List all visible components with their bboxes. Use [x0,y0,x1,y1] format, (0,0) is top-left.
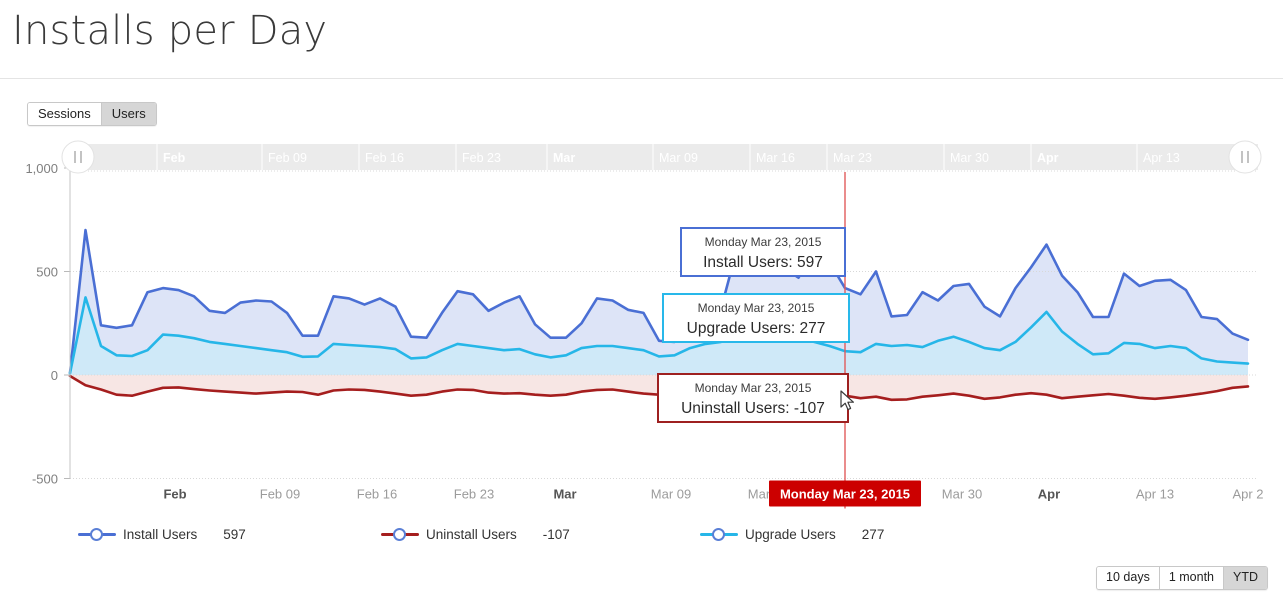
legend-marker-icon [700,526,738,542]
page-title: Installs per Day [12,8,328,54]
chart-tooltips: Monday Mar 23, 2015Install Users: 597Mon… [657,227,850,423]
y-axis-label: 500 [36,265,58,280]
legend-value: 597 [223,526,246,542]
legend-label: Upgrade Users [745,526,836,542]
x-axis-label: Mar [553,487,576,502]
header-divider [0,78,1283,79]
tooltip-date: Monday Mar 23, 2015 [695,381,812,395]
range-button-10-days[interactable]: 10 days [1097,567,1159,589]
chart-navigator[interactable]: Feb Feb 09 Feb 16 Feb 23 Mar Mar 09 Mar 16 Mar … [61,140,1262,174]
chart-container[interactable]: -500 0 500 1,000 Feb Feb 09 Feb 16 Feb 23 Mar Ma… [0,140,1283,560]
navigator-label: Mar 09 [659,151,698,165]
legend-value: 277 [861,526,885,542]
chart-y-axis: -500 0 500 1,000 [25,161,71,487]
navigator-label: Apr 13 [1143,151,1180,165]
mode-button-sessions[interactable]: Sessions [28,103,101,125]
navigator-handle-left[interactable] [61,140,95,174]
chart-legend: Install Users 597 Uninstall Users -107 U… [0,521,1283,549]
mode-button-users[interactable]: Users [100,103,156,125]
x-axis-label: Apr 13 [1136,487,1174,502]
x-axis-label: Feb 23 [454,487,494,502]
mode-toggle: Sessions Users [27,102,157,126]
x-axis-label: Feb [163,487,186,502]
legend-marker-icon [78,526,116,542]
x-axis-label: Apr 2 [1232,487,1263,502]
mouse-cursor-icon [840,390,854,411]
chart-x-axis: Feb Feb 09 Feb 16 Feb 23 Mar Mar 09 Mar 16 Mar … [163,487,1263,502]
navigator-label: Mar 30 [950,151,989,165]
tooltip-value: Upgrade Users: 277 [687,320,826,337]
legend-item-uninstall-users[interactable]: Uninstall Users -107 [381,521,570,547]
navigator-label: Mar 16 [756,151,795,165]
y-axis-label: 1,000 [25,161,58,176]
tooltip-date: Monday Mar 23, 2015 [698,301,815,315]
installs-per-day-chart[interactable]: -500 0 500 1,000 Feb Feb 09 Feb 16 Feb 23 Mar Ma… [0,140,1283,560]
legend-item-install-users[interactable]: Install Users 597 [78,521,246,547]
legend-label: Uninstall Users [426,526,517,542]
legend-item-upgrade-users[interactable]: Upgrade Users 277 [700,521,884,547]
legend-marker-icon [381,526,419,542]
x-axis-label: Feb 09 [260,487,300,502]
tooltip-value: Uninstall Users: -107 [681,400,825,417]
tooltip-value: Install Users: 597 [703,254,823,271]
navigator-label: Feb 16 [365,151,404,165]
x-axis-label: Feb 16 [357,487,397,502]
navigator-handle-right[interactable] [1228,140,1262,174]
range-selector: 10 days 1 month YTD [1096,566,1268,590]
tooltip-date: Monday Mar 23, 2015 [705,235,822,249]
navigator-label: Feb 09 [268,151,307,165]
navigator-label: Feb 23 [462,151,501,165]
navigator-label: Mar 23 [833,151,872,165]
navigator-label: Apr [1037,151,1059,165]
y-axis-label: -500 [32,472,58,487]
range-button-ytd[interactable]: YTD [1223,567,1267,589]
navigator-label: Feb [163,151,186,165]
legend-value: -107 [542,526,570,542]
crosshair-date-label: Monday Mar 23, 2015 [780,487,910,502]
x-axis-label: Mar 09 [651,487,691,502]
x-axis-label: Apr [1038,487,1060,502]
navigator-label: Mar [553,151,575,165]
y-axis-label: 0 [51,368,58,383]
tooltip-upgrade-users: Monday Mar 23, 2015 Upgrade Users: 277 [662,293,850,343]
x-axis-label: Mar 30 [942,487,982,502]
tooltip-uninstall-users: Monday Mar 23, 2015 Uninstall Users: -107 [657,373,849,423]
tooltip-install-users: Monday Mar 23, 2015 Install Users: 597 [680,227,846,277]
range-button-1-month[interactable]: 1 month [1158,567,1223,589]
legend-label: Install Users [123,526,198,542]
